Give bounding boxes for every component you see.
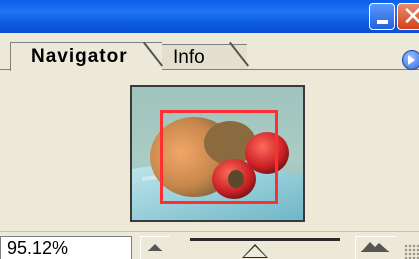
resize-grip[interactable] bbox=[404, 244, 419, 259]
view-box-indicator[interactable] bbox=[160, 110, 278, 204]
minimize-button[interactable] bbox=[369, 3, 395, 30]
zoom-in-button[interactable] bbox=[355, 236, 395, 259]
palette-title-bar[interactable]: ✕ bbox=[0, 0, 419, 33]
large-mountain-icon bbox=[361, 242, 389, 252]
palette-menu-button[interactable] bbox=[402, 50, 419, 70]
zoom-level-field[interactable]: 95.12% bbox=[0, 236, 132, 259]
small-mountain-icon bbox=[148, 244, 162, 251]
close-button[interactable]: ✕ bbox=[397, 3, 419, 30]
zoom-slider-track[interactable] bbox=[190, 238, 340, 241]
tab-navigator[interactable]: Navigator bbox=[10, 42, 162, 71]
zoom-level-value: 95.12% bbox=[7, 238, 69, 258]
palette-menu-arrow-icon bbox=[408, 55, 415, 65]
tab-info-label: Info bbox=[173, 47, 205, 68]
tab-navigator-label: Navigator bbox=[31, 46, 128, 67]
zoom-out-button[interactable] bbox=[140, 236, 170, 259]
close-icon: ✕ bbox=[402, 2, 419, 32]
zoom-slider-thumb[interactable] bbox=[242, 244, 268, 258]
